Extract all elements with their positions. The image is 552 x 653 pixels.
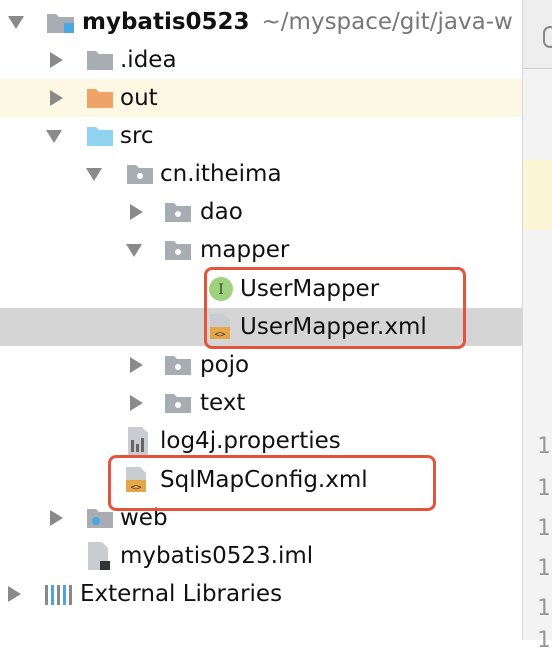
line-number: 1 [537, 476, 551, 501]
highlight-box-sqlmapconfig [108, 455, 436, 511]
chevron-right-icon[interactable] [130, 357, 143, 373]
tree-item-label: log4j.properties [160, 428, 341, 454]
chevron-down-icon[interactable] [8, 16, 24, 29]
package-icon [126, 162, 154, 186]
package-icon [164, 238, 192, 262]
package-icon [164, 200, 192, 224]
tree-item-idea[interactable]: .idea [0, 41, 522, 79]
tree-item-label: cn.itheima [160, 161, 282, 187]
tree-item-mapper[interactable]: mapper [0, 231, 522, 269]
tree-item-label: mapper [200, 237, 290, 263]
package-icon [164, 391, 192, 415]
chevron-right-icon[interactable] [8, 586, 21, 602]
search-icon[interactable] [543, 26, 552, 48]
highlight-box-mapper-files [204, 267, 466, 349]
tree-item-src[interactable]: src [0, 117, 522, 155]
module-folder-icon [46, 10, 74, 34]
tree-item-iml-file[interactable]: mybatis0523.iml [0, 537, 522, 575]
tree-item-project-root[interactable]: mybatis0523 ~/myspace/git/java-w [0, 3, 522, 41]
chevron-right-icon[interactable] [50, 90, 63, 106]
chevron-right-icon[interactable] [130, 204, 143, 220]
tree-item-cn-itheima[interactable]: cn.itheima [0, 155, 522, 193]
package-icon [164, 353, 192, 377]
libraries-icon [44, 582, 72, 606]
chevron-down-icon[interactable] [46, 130, 62, 143]
chevron-down-icon[interactable] [126, 244, 142, 257]
tree-item-label: out [120, 85, 158, 111]
web-folder-icon [86, 506, 114, 530]
tree-item-external-libraries[interactable]: External Libraries [0, 575, 522, 613]
line-number: 1 [537, 628, 551, 653]
tree-item-text[interactable]: text [0, 384, 522, 422]
tree-item-label: src [120, 123, 154, 149]
chevron-right-icon[interactable] [50, 52, 63, 68]
tree-item-label: text [200, 390, 246, 416]
project-tree: mybatis0523 ~/myspace/git/java-w .idea ou… [0, 0, 522, 640]
tree-item-label: mybatis0523 ~/myspace/git/java-w [82, 9, 513, 35]
tree-item-label: mybatis0523.iml [120, 543, 314, 569]
tree-item-dao[interactable]: dao [0, 193, 522, 231]
tree-item-label: .idea [120, 47, 177, 73]
tree-item-label: pojo [200, 352, 250, 378]
editor-tab-area [523, 0, 552, 69]
chevron-right-icon[interactable] [50, 510, 63, 526]
folder-icon [86, 48, 114, 72]
editor-highlight-line [523, 160, 552, 230]
source-folder-icon [86, 124, 114, 148]
line-number: 1 [537, 596, 551, 621]
project-path: ~/myspace/git/java-w [261, 9, 513, 35]
chevron-down-icon[interactable] [86, 168, 102, 181]
line-number: 1 [537, 516, 551, 541]
tree-item-label: External Libraries [80, 581, 283, 607]
tree-item-pojo[interactable]: pojo [0, 346, 522, 384]
tree-item-out[interactable]: out [0, 79, 522, 117]
iml-file-icon [86, 541, 114, 571]
chevron-right-icon[interactable] [130, 395, 143, 411]
excluded-folder-icon [86, 86, 114, 110]
properties-file-icon [126, 426, 154, 456]
line-number: 1 [537, 556, 551, 581]
line-number: 1 [537, 434, 551, 459]
tree-item-label: dao [200, 199, 243, 225]
editor-panel-edge: 1 1 1 1 1 1 [522, 0, 552, 653]
